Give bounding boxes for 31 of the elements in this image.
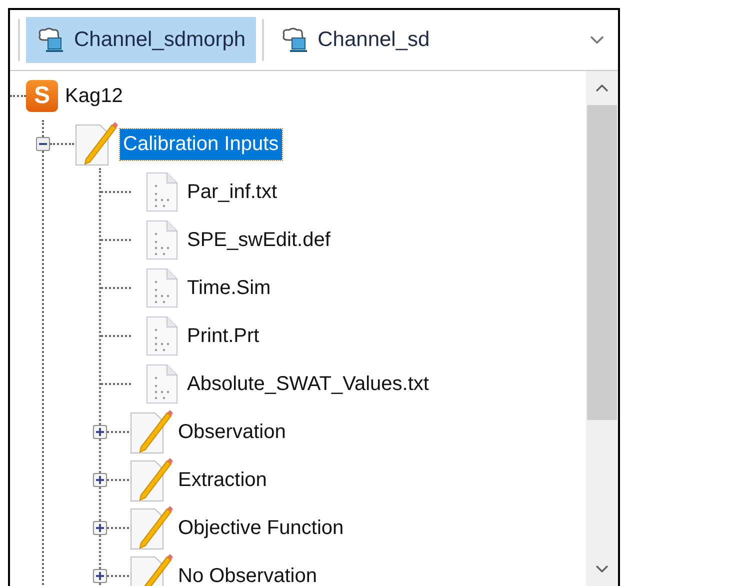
tree-item[interactable]: Print.Prt	[184, 320, 262, 352]
tree-item[interactable]: Calibration Inputs	[120, 128, 282, 160]
file-icon	[145, 219, 179, 261]
expand-button[interactable]	[93, 473, 107, 487]
scrollbar[interactable]	[586, 71, 618, 586]
document-pencil-icon	[129, 409, 175, 455]
file-icon	[145, 315, 179, 357]
project-badge-icon: S	[26, 80, 58, 112]
document-pencil-icon	[129, 505, 175, 551]
network-computer-icon	[36, 27, 66, 53]
tree-item[interactable]: Observation	[175, 416, 289, 448]
file-icon	[145, 267, 179, 309]
tree-item[interactable]: Objective Function	[175, 512, 347, 544]
file-icon	[145, 363, 179, 405]
tree-item[interactable]: Time.Sim	[184, 272, 274, 304]
scroll-thumb[interactable]	[587, 105, 617, 420]
tree-item[interactable]: Absolute_SWAT_Values.txt	[184, 368, 432, 400]
tab[interactable]: Channel_sd	[270, 17, 440, 63]
document-pencil-icon	[74, 121, 120, 167]
expand-button[interactable]	[93, 521, 107, 535]
expand-button[interactable]	[93, 569, 107, 583]
tree-item[interactable]: Par_inf.txt	[184, 176, 280, 208]
tab[interactable]: Channel_sdmorph	[26, 17, 256, 63]
tree-item[interactable]: No Observation	[175, 560, 320, 586]
tree-item[interactable]: Extraction	[175, 464, 270, 496]
expand-button[interactable]	[93, 425, 107, 439]
document-pencil-icon	[129, 457, 175, 503]
file-icon	[145, 171, 179, 213]
tree-item[interactable]: Kag12	[62, 80, 126, 112]
collapse-button[interactable]	[36, 137, 50, 151]
tree-item[interactable]: SPE_swEdit.def	[184, 224, 334, 256]
